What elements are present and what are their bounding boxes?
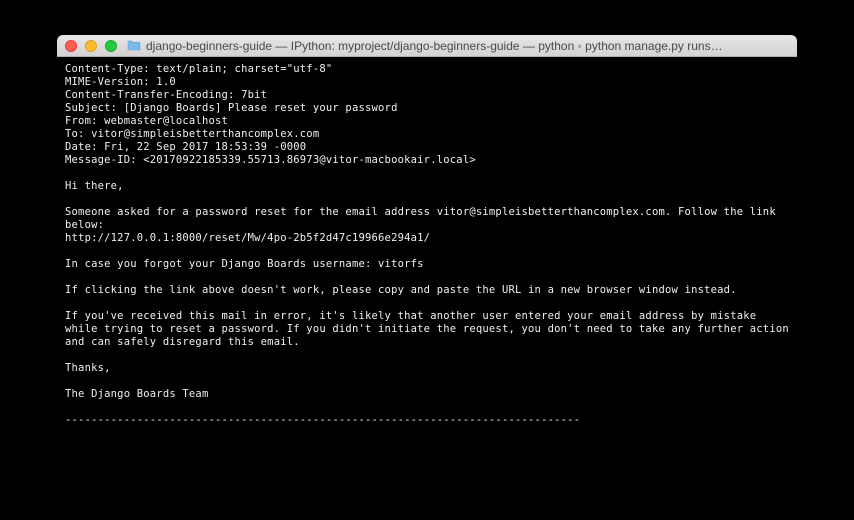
header-message-id: Message-ID: <20170922185339.55713.86973@… [65,154,476,166]
maximize-icon[interactable] [105,40,117,52]
signature: The Django Boards Team [65,388,208,400]
terminal-window: django-beginners-guide — IPython: myproj… [57,35,797,485]
terminal-body[interactable]: Content-Type: text/plain; charset="utf-8… [57,57,797,485]
separator: ----------------------------------------… [65,414,580,426]
traffic-lights [65,40,117,52]
minimize-icon[interactable] [85,40,97,52]
fallback-note: If clicking the link above doesn't work,… [65,284,737,296]
thanks: Thanks, [65,362,111,374]
error-note: If you've received this mail in error, i… [65,310,795,348]
header-content-type: Content-Type: text/plain; charset="utf-8… [65,63,332,75]
header-subject: Subject: [Django Boards] Please reset yo… [65,102,398,114]
terminal-content: Content-Type: text/plain; charset="utf-8… [65,63,789,427]
titlebar[interactable]: django-beginners-guide — IPython: myproj… [57,35,797,57]
header-to: To: vitor@simpleisbetterthancomplex.com [65,128,319,140]
header-mime-version: MIME-Version: 1.0 [65,76,176,88]
header-from: From: webmaster@localhost [65,115,228,127]
header-date: Date: Fri, 22 Sep 2017 18:53:39 -0000 [65,141,306,153]
window-title: django-beginners-guide — IPython: myproj… [146,39,789,53]
close-icon[interactable] [65,40,77,52]
username-reminder: In case you forgot your Django Boards us… [65,258,424,270]
reset-link: http://127.0.0.1:8000/reset/Mw/4po-2b5f2… [65,232,430,244]
greeting: Hi there, [65,180,124,192]
intro: Someone asked for a password reset for t… [65,206,782,231]
folder-icon [127,40,141,51]
header-content-transfer-encoding: Content-Transfer-Encoding: 7bit [65,89,267,101]
